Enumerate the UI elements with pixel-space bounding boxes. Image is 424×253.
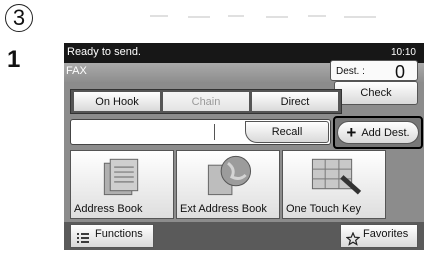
address-book-label: Address Book (74, 203, 143, 215)
on-hook-button[interactable]: On Hook (73, 91, 161, 112)
one-touch-key-label: One Touch Key (286, 203, 362, 215)
screen-title: FAX (66, 65, 87, 77)
star-icon (346, 232, 360, 246)
check-label: Check (360, 87, 392, 99)
functions-button[interactable]: Functions (70, 224, 154, 248)
add-dest-highlight: + Add Dest. (333, 116, 423, 149)
chain-button[interactable]: Chain (162, 91, 250, 112)
ext-address-book-label: Ext Address Book (180, 203, 267, 215)
clock: 10:10 (390, 47, 416, 58)
direct-label: Direct (280, 95, 310, 108)
step-number: 1 (7, 46, 21, 73)
favorites-label: Favorites (363, 228, 409, 240)
favorites-button[interactable]: Favorites (340, 224, 418, 248)
one-touch-key-button[interactable]: One Touch Key (282, 150, 386, 219)
title-row: FAX Dest. : 0 (64, 60, 424, 82)
recall-label: Recall (271, 126, 303, 138)
chain-label: Chain (191, 95, 221, 108)
ext-address-book-button[interactable]: Ext Address Book (176, 150, 280, 219)
step-circle: 3 (5, 4, 33, 32)
bottom-bar: Functions Favorites (64, 222, 424, 250)
faint-header-marks (150, 15, 376, 18)
recall-button[interactable]: Recall (245, 121, 329, 143)
text-cursor (214, 124, 215, 140)
list-icon (77, 233, 89, 243)
address-book-icon (103, 158, 139, 196)
address-book-button[interactable]: Address Book (70, 150, 174, 219)
fax-number-field[interactable]: Recall (70, 119, 331, 145)
dest-count: 0 (395, 62, 406, 82)
destination-counter: Dest. : 0 (330, 60, 418, 82)
functions-label: Functions (95, 228, 143, 240)
status-message: Ready to send. (67, 46, 141, 58)
add-dest-button[interactable]: + Add Dest. (337, 121, 419, 144)
device-screen: Ready to send. 10:10 FAX Dest. : 0 Check… (64, 43, 424, 250)
dial-mode-group: On Hook Chain Direct (70, 89, 342, 114)
plus-icon: + (346, 122, 357, 142)
on-hook-label: On Hook (95, 95, 139, 108)
globe-book-icon (207, 155, 252, 196)
add-dest-label: Add Dest. (361, 126, 410, 139)
one-touch-key-icon (311, 158, 362, 195)
direct-button[interactable]: Direct (251, 91, 339, 112)
dest-label: Dest. : (336, 66, 365, 77)
check-button[interactable]: Check (334, 81, 418, 105)
